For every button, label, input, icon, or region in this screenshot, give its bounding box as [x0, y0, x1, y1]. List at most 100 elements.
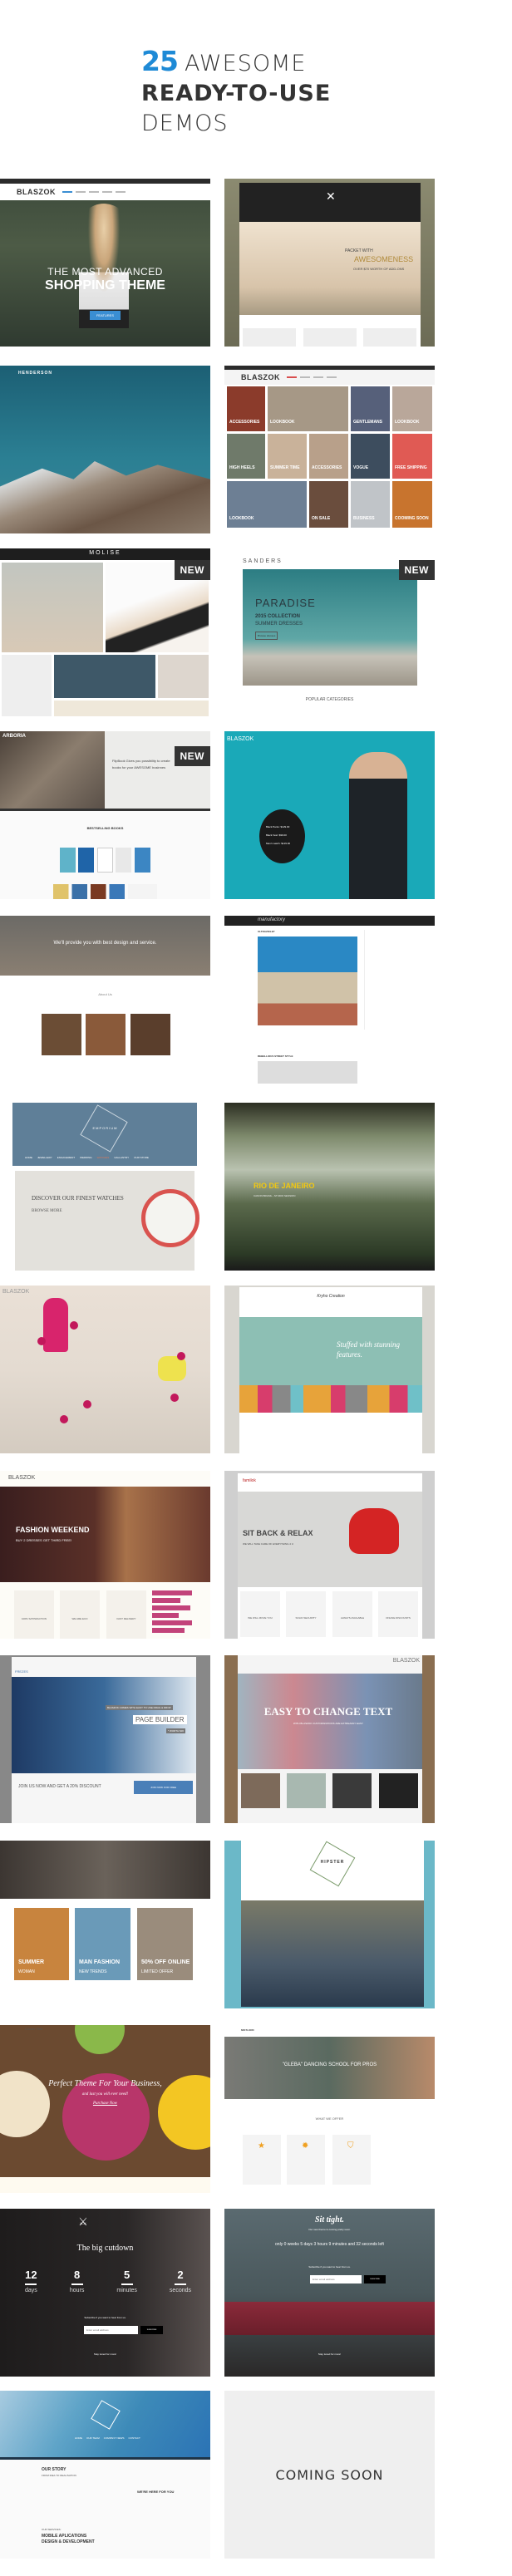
demo-tile-cookie-pies[interactable]: Cookie Pies Perfect Theme For Your Busin…	[0, 2025, 210, 2193]
demo-tile-newell[interactable]: We'll provide you with best design and s…	[0, 916, 210, 1084]
demo-text: FlipBook Gives you possibility to create…	[112, 759, 170, 769]
demo-logo: SANDERS	[243, 558, 283, 564]
section-title: MOBILE APLICATIONS DESIGN & DEVELOPMENT	[42, 2534, 95, 2544]
demo-tile-blaszok-easy-text[interactable]: BLASZOK EASY TO CHANGE TEXT WITH BLASZOK…	[224, 1655, 435, 1823]
countdown: 12 days 8 hours 5 minutes 2 seconds	[25, 2269, 191, 2293]
email-input[interactable]	[310, 2275, 362, 2283]
countdown-text: only 0 weeks 5 days 3 hours 9 minutes an…	[275, 2242, 384, 2247]
demo-tile-arboria[interactable]: ARBORIA FlipBook Gives you possibility t…	[0, 731, 210, 899]
cta-text: JOIN US NOW AND GET A 20% DISCOUNT	[18, 1784, 101, 1789]
demo-nav: HOME JEWELLERY ENGAGEMENT WEDDING WATCHES GAL…	[25, 1156, 149, 1159]
demo-tile-mistlord[interactable]: MISTLORD "GLEBA" DANCING SCHOOL FOR PROS…	[224, 2025, 435, 2193]
demo-headline-2: AWESOMENESS	[354, 255, 414, 263]
section-subtitle: FROM IDEA TO REALISATION	[42, 2474, 76, 2477]
demo-tile-big-cutdown[interactable]: ⚔ The big cutdown 12 days 8 hours 5 minutes…	[0, 2209, 210, 2377]
footer-text: Stay tuned for more!	[93, 2352, 117, 2356]
footer-text: Stay tuned for more!	[318, 2352, 342, 2356]
demo-tile-frezes[interactable]: FREZES BLASZOK COMES WITH EASY TO USE DR…	[0, 1655, 210, 1823]
crossed-arrows-logo-icon: ✕	[326, 189, 336, 203]
demo-subheadline: 2015 COLLECTION	[255, 614, 301, 619]
demo-headline: PARADISE	[255, 597, 316, 609]
demo-headline: PACKET WITH	[345, 248, 373, 253]
demo-count: 25	[141, 45, 179, 77]
features-button[interactable]: FEATURES	[89, 311, 121, 320]
demo-tile-fashion-weekend[interactable]: BLASZOK FASHION WEEKEND BUY 2 DRESSES GE…	[0, 1471, 210, 1639]
grid-tile-label: BUSINESS	[353, 516, 375, 521]
demo-logo: BLASZOK	[2, 1289, 30, 1295]
demo-headline: We'll provide you with best design and s…	[53, 941, 157, 946]
demo-tile-familok[interactable]: familok SIT BACK & RELAX WE WILL TAKE CA…	[224, 1471, 435, 1639]
demo-nav: HOME OUR TEAM COMPANY NEWS CONTACT	[75, 2436, 140, 2440]
new-badge: NEW	[398, 560, 435, 580]
email-input[interactable]	[84, 2326, 138, 2334]
grid-tile-label: FREE SHIPPING	[395, 465, 427, 470]
join-now-button[interactable]: JOIN NOW FOR FREE	[134, 1781, 193, 1794]
demo-tile-kryho[interactable]: Kryho Creation Stuffed with stunning fea…	[224, 1286, 435, 1453]
demo-subheadline: WE WILL TAKE CARE OF EVERYTHING 4 U	[243, 1542, 293, 1546]
demo-headline: SIT BACK & RELAX	[243, 1529, 313, 1537]
demo-logo: Kryho Creation	[317, 1294, 345, 1299]
page-title: 25 AWESOME READY-TO-USE DEMOS	[141, 47, 331, 139]
demo-tile-blaszok-shopping[interactable]: BLASZOK THE MOST ADVANCED SHOPPING THEME…	[0, 179, 210, 347]
subscribe-text: Subscribe if you want to hear from us.	[308, 2265, 351, 2269]
demo-tile-emporium[interactable]: EMPORIUM HOME JEWELLERY ENGAGEMENT WEDDING W…	[0, 1103, 210, 1271]
demo-subheadline: Our new theme is coming pretty soon.	[308, 2228, 351, 2231]
grid-tile-label: ON SALE	[312, 516, 331, 521]
post-title: ULTRAVIOLET	[258, 930, 275, 933]
demo-headline: The big cutdown	[76, 2244, 134, 2253]
section-title: About Us	[98, 992, 112, 996]
subscribe-text: Subscribe if you want to hear from us.	[84, 2316, 126, 2319]
star-icon: ★	[258, 2141, 265, 2151]
grid-tile-label: HIGH HEELS	[229, 465, 255, 470]
red-chair-image	[349, 1508, 399, 1554]
demo-headline: RIO DE JANEIRO	[254, 1182, 315, 1190]
demo-tile-excesive[interactable]: SUMMER WOMAN MAN FASHION NEW TRENDS 50% OF…	[0, 1841, 210, 2008]
product-price-list: Black Pants: $129.00 Black Vest: $99.00 …	[266, 825, 291, 845]
demo-tile-blaszok-grid[interactable]: BLASZOK ACCESSORIES LOOKBOOK GENTLEMANS …	[224, 366, 435, 533]
demo-tile-blaszok-men[interactable]: BLASZOK Black Pants: $129.00 Black Vest:…	[224, 731, 435, 899]
subscribe-button[interactable]: SUBSCRIBE	[140, 2326, 163, 2334]
demo-subheadline: CANON BRASIL - STUDIO SESSION	[254, 1194, 296, 1197]
coming-soon-label: COMING SOON	[275, 2466, 384, 2483]
grid-tile-label: VOGUE	[353, 465, 369, 470]
demo-tile-molise[interactable]: MOLISE NEW	[0, 548, 210, 716]
demo-tile-henderson[interactable]: HENDERSON	[0, 366, 210, 533]
demo-headline: "GLEBA" DANCING SCHOOL FOR PROS	[282, 2062, 377, 2067]
demo-tile-packet[interactable]: ✕ PACKET WITH AWESOMENESS OVER $70 WORTH…	[224, 179, 435, 347]
section-title: OUR STORY	[42, 2467, 66, 2472]
demo-logo: FREZES	[15, 1669, 28, 1674]
demo-tile-blaszok-pink[interactable]: BLASZOK	[0, 1286, 210, 1453]
demo-subheadline: BUY 2 DRESSES GET THIRD FREE!	[16, 1538, 72, 1542]
demo-logo: MOLISE	[89, 550, 121, 556]
demo-tile-our-story[interactable]: HOME OUR TEAM COMPANY NEWS CONTACT OUR STOR…	[0, 2391, 210, 2559]
section-title: WHAT WE OFFER	[315, 2116, 344, 2121]
demo-logo: manufactory	[258, 917, 286, 922]
demo-logo: BLASZOK	[392, 1658, 420, 1664]
demo-headline: Sit tight.	[314, 2215, 344, 2225]
demo-subheadline: WITH BLASZOK CUSTOMIZATIONS ARE EXTREAML…	[293, 1722, 364, 1725]
shield-icon: ⛉	[347, 2141, 354, 2151]
coming-soon-tile: COMING SOON	[224, 2391, 435, 2559]
demo-tile-sit-tight[interactable]: Sit tight. Our new theme is coming prett…	[224, 2209, 435, 2377]
watch-image	[141, 1189, 199, 1247]
demo-headline: Perfect Theme For Your Business,	[48, 2079, 162, 2088]
grid-tile-label: LOOKBOOK	[270, 420, 295, 425]
purchase-now-link[interactable]: Purchase Now	[0, 2102, 210, 2106]
demo-tile-sanders[interactable]: SANDERS PARADISE 2015 COLLECTION SUMMER …	[224, 548, 435, 716]
new-badge: NEW	[174, 746, 210, 766]
subscribe-button[interactable]: SUBSCRIBE	[364, 2275, 386, 2283]
demo-tile-zepol[interactable]: RIO DE JANEIRO CANON BRASIL - STUDIO SES…	[224, 1103, 435, 1271]
page-header: 25 AWESOME READY-TO-USE DEMOS	[0, 0, 512, 175]
browse-more-link[interactable]: BROWSE MORE	[32, 1209, 62, 1213]
demo-tag: BLASZOK COMES WITH EASY TO USE DRAG & DR…	[106, 1705, 173, 1710]
demo-logo: ARBORIA	[2, 734, 26, 739]
demo-tile-hipster[interactable]: HIPSTER	[224, 1841, 435, 2008]
demo-tile-manufactory[interactable]: manufactory ULTRAVIOLET REBELLIOUS STREE…	[224, 916, 435, 1084]
browse-dresses-button[interactable]: Browse dresses	[255, 632, 278, 640]
grid-tile-label: LOOKBOOK	[395, 420, 420, 425]
demo-subheadline-2: SUMMER DRESSES	[255, 622, 303, 627]
demo-subheadline: and last you will ever need!	[81, 2092, 129, 2097]
demo-headline: FASHION WEEKEND	[16, 1526, 90, 1534]
mountain-image	[0, 461, 210, 533]
demo-logo: BLASZOK	[8, 1475, 36, 1481]
